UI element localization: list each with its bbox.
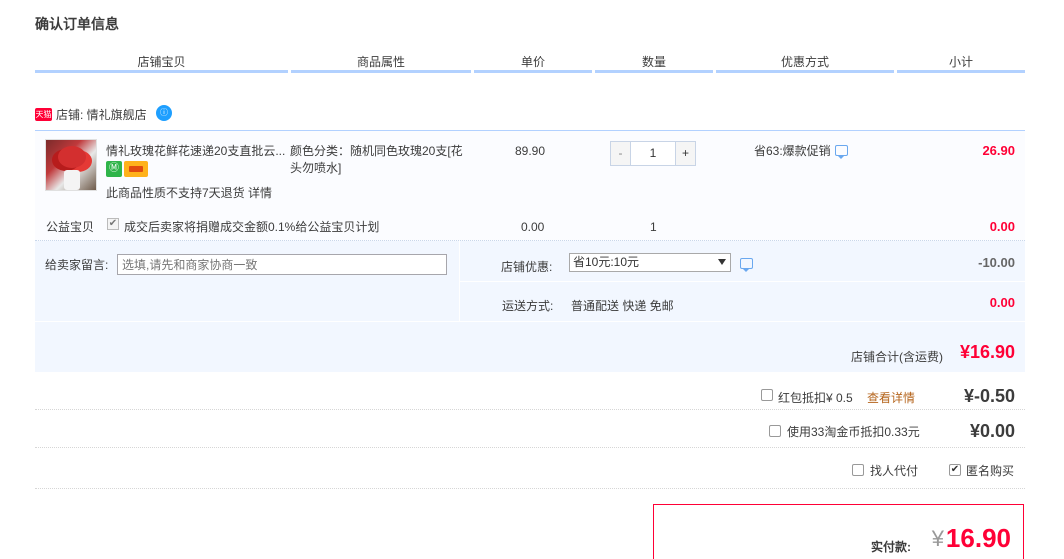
quantity-stepper: - 1 +: [610, 141, 696, 166]
wangwang-chat-icon[interactable]: ⓘ: [156, 105, 172, 121]
promo-info-icon[interactable]: [834, 145, 848, 159]
shop-discount-value: -10.00: [978, 255, 1015, 270]
qty-plus-button[interactable]: +: [675, 142, 695, 165]
shop-total-value: ¥16.90: [959, 342, 1015, 362]
col-header-subtotal: 小计: [897, 52, 1025, 73]
coins-checkbox[interactable]: [769, 425, 781, 437]
item-name-link[interactable]: 情礼玫瑰花鲜花速递20支直批云...: [106, 143, 286, 159]
red-packet-row: 红包抵扣¥ 0.5 查看详情 ¥-0.50: [35, 372, 1025, 410]
col-header-qty: 数量: [595, 52, 713, 73]
shop-discount-selected: 省10元:10元: [573, 255, 640, 269]
qty-input[interactable]: 1: [632, 142, 674, 165]
shop-discount-select[interactable]: 省10元:10元: [569, 253, 731, 272]
pay-currency-symbol: ¥: [931, 526, 944, 551]
credit-card-badge-icon[interactable]: [124, 161, 148, 177]
vase-image-icon: [64, 170, 80, 190]
pay-for-me-checkbox[interactable]: [852, 464, 864, 476]
shop-name-link[interactable]: 店铺: 情礼旗舰店: [56, 106, 147, 124]
discount-info-icon[interactable]: [740, 258, 753, 272]
shop-discount-label: 店铺优惠:: [501, 260, 553, 274]
coins-row: 使用33淘金币抵扣0.33元 ¥0.00: [35, 410, 1025, 448]
col-header-price: 单价: [474, 52, 592, 73]
order-options-area: 给卖家留言: 店铺优惠: 省10元:10元 -10.00 运送方式: 普通配送 …: [35, 241, 1025, 372]
col-header-promo: 优惠方式: [716, 52, 894, 73]
item-attributes: 颜色分类：随机同色玫瑰20支[花头勿喷水]: [290, 144, 463, 175]
item-unit-price: 89.90: [515, 144, 546, 158]
tmall-logo-icon: 天猫: [35, 108, 52, 121]
order-item-box: 情礼玫瑰花鲜花速递20支直批云... Ⓜ 此商品性质不支持7天退货 详情 颜色分…: [35, 130, 1025, 372]
pay-for-me-label: 找人代付: [870, 464, 919, 478]
coins-amount: ¥0.00: [969, 421, 1015, 441]
extra-options-row: 找人代付 ✔ 匿名购买: [35, 449, 1025, 489]
qty-minus-button[interactable]: -: [611, 142, 631, 165]
pay-label: 实付款:: [871, 540, 911, 554]
shop-total-label: 店铺合计(含运费): [851, 350, 943, 364]
shipping-value: 0.00: [989, 295, 1015, 310]
pay-total-value: 16.90: [945, 523, 1011, 553]
red-packet-amount: ¥-0.50: [963, 386, 1015, 406]
promo-text: 省63:爆款促销: [754, 144, 831, 158]
shipping-method: 普通配送 快递 免邮: [571, 299, 674, 313]
col-header-item: 店铺宝贝: [35, 52, 288, 73]
return-policy-note[interactable]: 此商品性质不支持7天退货 详情: [106, 185, 272, 201]
charity-price: 0.00: [521, 220, 545, 234]
col-header-attr: 商品属性: [291, 52, 471, 73]
chevron-down-icon: [718, 259, 726, 265]
item-row: 情礼玫瑰花鲜花速递20支直批云... Ⓜ 此商品性质不支持7天退货 详情 颜色分…: [35, 131, 1025, 241]
charity-label: 公益宝贝: [46, 220, 95, 234]
item-subtotal: 26.90: [982, 143, 1015, 158]
message-area: 给卖家留言:: [35, 241, 460, 321]
message-input[interactable]: [117, 254, 447, 275]
charity-qty: 1: [650, 220, 657, 234]
anonymous-checkbox[interactable]: ✔: [949, 464, 961, 476]
charity-description: 成交后卖家将捐赠成交金额0.1%给公益宝贝计划: [124, 220, 380, 234]
red-packet-checkbox[interactable]: [761, 389, 773, 401]
charity-total: 0.00: [989, 219, 1015, 234]
shipping-label: 运送方式:: [502, 299, 554, 313]
red-packet-label: 红包抵扣¥ 0.5: [778, 391, 853, 405]
promo-method: 省63:爆款促销: [754, 143, 848, 159]
red-packet-details-link[interactable]: 查看详情: [867, 391, 915, 405]
anonymous-label: 匿名购买: [966, 464, 1015, 478]
rose-image-icon: [58, 146, 86, 168]
payment-summary-box: 实付款: ¥ 16.90: [653, 504, 1024, 559]
shop-total-row: 店铺合计(含运费) ¥16.90: [35, 321, 1025, 372]
message-label: 给卖家留言:: [45, 258, 109, 272]
page-title: 确认订单信息: [35, 16, 119, 32]
table-header: 店铺宝贝 商品属性 单价 数量 优惠方式 小计: [35, 52, 1025, 76]
item-thumbnail[interactable]: [45, 139, 97, 191]
charity-checkbox: ✔: [107, 218, 119, 230]
coins-label: 使用33淘金币抵扣0.33元: [787, 425, 920, 439]
guarantee-badge-icon[interactable]: Ⓜ: [106, 161, 122, 177]
shipping-row: 运送方式: 普通配送 快递 免邮 0.00: [460, 281, 1025, 321]
